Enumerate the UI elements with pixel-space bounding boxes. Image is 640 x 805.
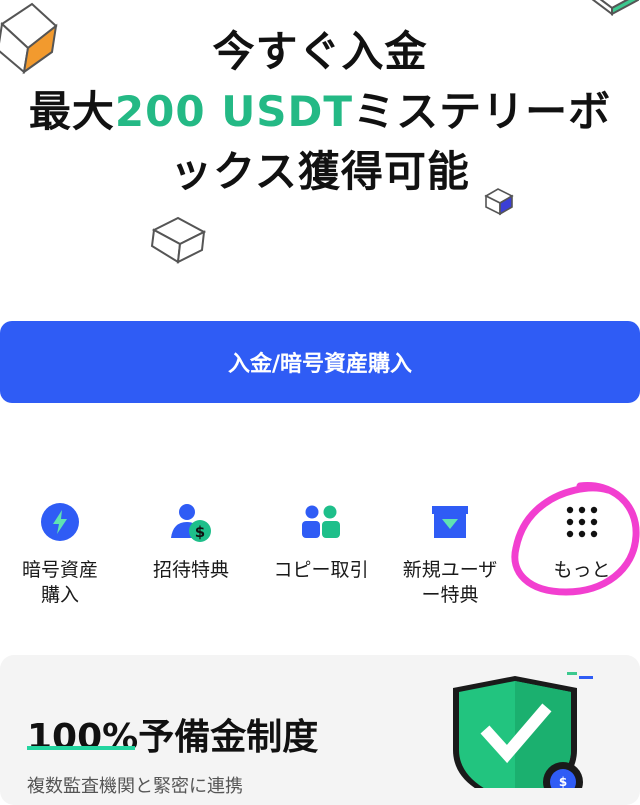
quick-action-referral[interactable]: $ 招待特典 [127, 496, 255, 583]
annotation-circle [511, 482, 640, 596]
quick-action-label: 新規ユーザ ー特典 [386, 558, 514, 608]
lightning-icon [38, 500, 82, 544]
quick-action-label-line2: 購入 [40, 584, 79, 606]
quick-action-label: 暗号資産 購入 [0, 558, 124, 608]
quick-action-label-line1: コピー取引 [273, 559, 369, 581]
hero-line2-accent: 200 USDT [114, 87, 354, 136]
hero-title-line1: 今すぐ入金 [212, 27, 428, 76]
quick-action-new-user-rewards[interactable]: 新規ユーザ ー特典 [386, 496, 514, 608]
shield-check-icon: $ [453, 672, 593, 788]
hero-title-line3: ックス獲得可能 [170, 147, 470, 196]
quick-action-label-line1: 新規ユーザ [402, 559, 498, 581]
svg-text:$: $ [559, 775, 567, 788]
hero-title: 今すぐ入金 最大200 USDTミステリーボ ックス獲得可能 [0, 22, 640, 202]
quick-action-label-line2: ー特典 [421, 584, 479, 606]
reserve-card-subtitle: 複数監査機関と緊密に連携 [27, 776, 243, 797]
user-dollar-icon: $ [169, 500, 213, 544]
cube-decoration-white [150, 216, 207, 264]
quick-action-label: コピー取引 [257, 558, 385, 583]
gift-box-icon [428, 500, 472, 544]
deposit-buy-crypto-label: 入金/暗号資産購入 [227, 352, 413, 377]
deposit-buy-crypto-button[interactable]: 入金/暗号資産購入 [0, 321, 640, 403]
people-icon [299, 500, 343, 544]
hero-title-line2: 最大200 USDTミステリーボ [0, 82, 640, 142]
quick-action-label-line1: 暗号資産 [21, 559, 98, 581]
quick-action-label-line1: 招待特典 [152, 559, 229, 581]
quick-action-copy-trading[interactable]: コピー取引 [257, 496, 385, 583]
hero-line2-prefix: 最大 [28, 87, 115, 136]
quick-action-label: 招待特典 [127, 558, 255, 583]
reserve-card-title: 100%予備金制度 [27, 717, 319, 758]
hero-line2-suffix: ミステリーボ [353, 87, 612, 136]
quick-action-buy-crypto[interactable]: 暗号資産 購入 [0, 496, 124, 608]
reserve-title-underline [27, 746, 135, 750]
svg-text:$: $ [195, 523, 205, 541]
cube-decoration-green [591, 0, 639, 16]
